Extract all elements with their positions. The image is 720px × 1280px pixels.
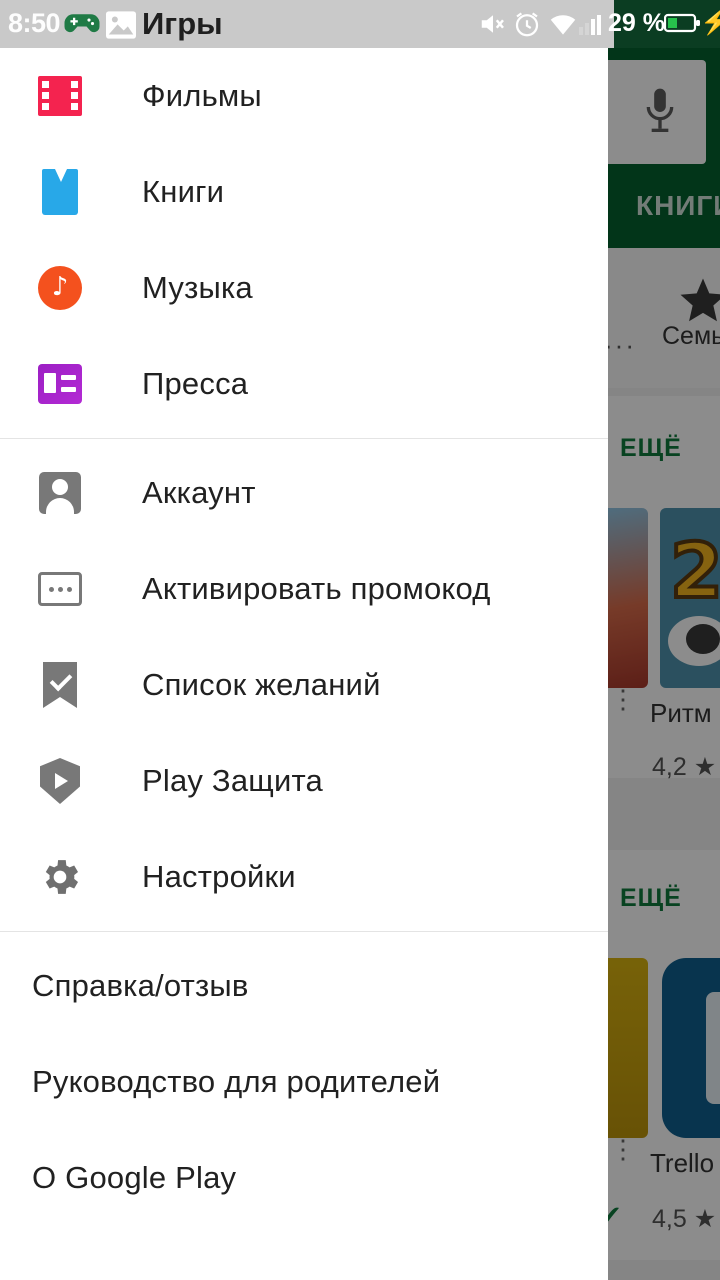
- sidebar-item-settings[interactable]: Настройки: [0, 829, 608, 925]
- sidebar-item-label: Музыка: [142, 270, 253, 305]
- sidebar-item-parent-guide[interactable]: Руководство для родителей: [0, 1034, 608, 1130]
- sidebar-item-label: Аккаунт: [142, 475, 256, 510]
- sidebar-item-redeem[interactable]: Активировать промокод: [0, 541, 608, 637]
- signal-bars-icon: [578, 9, 604, 39]
- sidebar-item-label: Фильмы: [142, 78, 262, 113]
- sidebar-item-label: Справка/отзыв: [32, 968, 249, 1003]
- game-controller-icon: [60, 2, 104, 44]
- volume-mute-icon: [478, 9, 508, 39]
- sidebar-item-label: Play Защита: [142, 763, 323, 798]
- charging-bolt-icon: ⚡: [700, 8, 720, 36]
- sidebar-item-label: О Google Play: [32, 1160, 237, 1195]
- play-protect-shield-icon: [36, 757, 84, 805]
- sidebar-item-about-google-play[interactable]: О Google Play: [0, 1130, 608, 1226]
- status-bar: 8:50 Игры 29 % ⚡: [0, 0, 720, 48]
- divider-2: [0, 931, 608, 932]
- sidebar-item-books[interactable]: Книги: [0, 144, 608, 240]
- newsstand-icon: [36, 360, 84, 408]
- book-icon: [36, 168, 84, 216]
- phone-screen: КНИГИ ··· Семья ЕЩЁ 2 ⋮ Ритм 4,2 ★ ЕЩЁ ⋮…: [0, 0, 720, 1280]
- sidebar-item-account[interactable]: Аккаунт: [0, 445, 608, 541]
- sidebar-item-label: Список желаний: [142, 667, 381, 702]
- battery-percent-text: 29 %: [608, 9, 665, 37]
- gear-icon: [36, 853, 84, 901]
- alarm-clock-icon: [512, 9, 542, 39]
- wifi-icon: [548, 9, 578, 39]
- sidebar-item-help-feedback[interactable]: Справка/отзыв: [0, 938, 608, 1034]
- battery-icon: [664, 9, 702, 37]
- film-icon: [36, 72, 84, 120]
- sidebar-item-wishlist[interactable]: Список желаний: [0, 637, 608, 733]
- navigation-drawer: Фильмы Книги ♪ Музыка Пресса Аккаунт Акт…: [0, 48, 608, 1280]
- wishlist-bookmark-icon: [36, 661, 84, 709]
- sidebar-item-label: Настройки: [142, 859, 296, 894]
- sidebar-item-movies[interactable]: Фильмы: [0, 48, 608, 144]
- account-icon: [36, 469, 84, 517]
- clock-text: 8:50: [8, 8, 61, 38]
- sidebar-item-label: Активировать промокод: [142, 571, 491, 606]
- page-title: Игры: [142, 6, 223, 41]
- sidebar-item-label: Книги: [142, 174, 225, 209]
- image-icon: [104, 10, 138, 40]
- sidebar-item-label: Пресса: [142, 366, 249, 401]
- sidebar-item-music[interactable]: ♪ Музыка: [0, 240, 608, 336]
- music-icon: ♪: [36, 264, 84, 312]
- redeem-icon: [36, 565, 84, 613]
- sidebar-item-newsstand[interactable]: Пресса: [0, 336, 608, 432]
- sidebar-item-play-protect[interactable]: Play Защита: [0, 733, 608, 829]
- sidebar-item-label: Руководство для родителей: [32, 1064, 441, 1099]
- divider-1: [0, 438, 608, 439]
